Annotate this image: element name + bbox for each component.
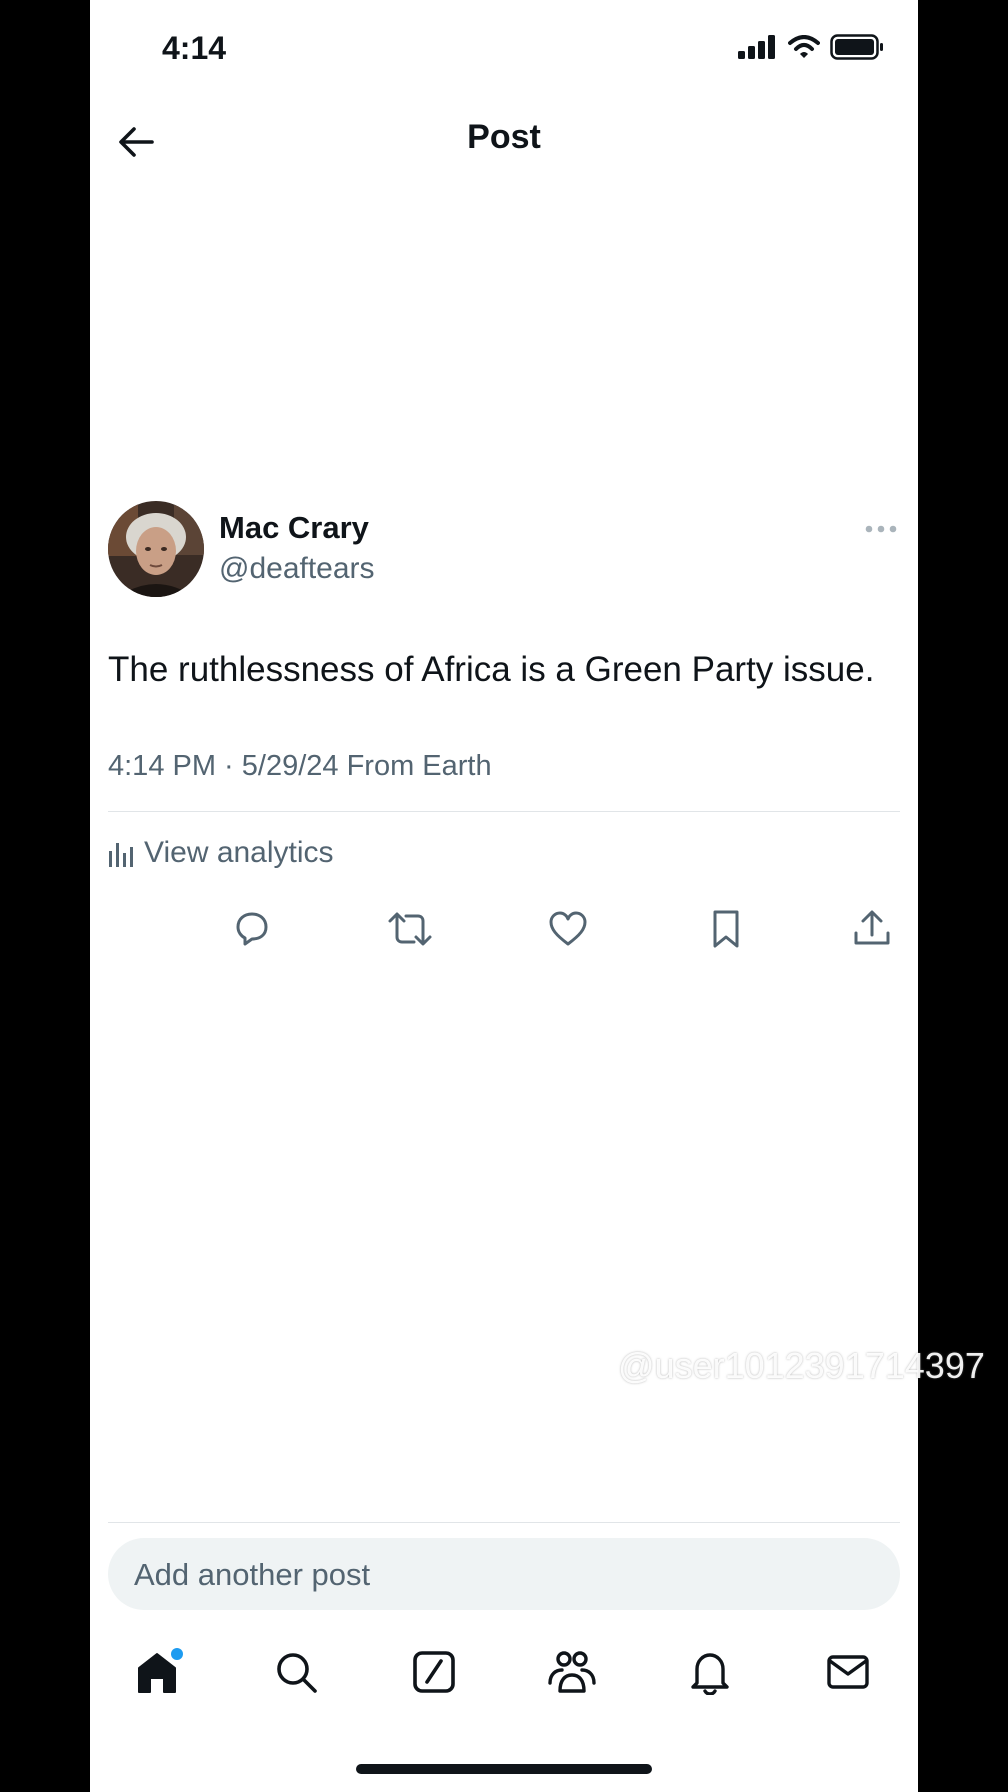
share-icon xyxy=(854,910,890,945)
repost-icon xyxy=(388,912,432,946)
analytics-icon xyxy=(109,843,133,867)
battery-icon xyxy=(830,34,883,60)
communities-icon xyxy=(548,1651,596,1693)
messages-icon xyxy=(827,1655,869,1689)
wifi-icon xyxy=(788,35,820,58)
cellular-icon xyxy=(738,35,775,59)
like-button[interactable] xyxy=(544,905,592,953)
analytics-label: View analytics xyxy=(144,836,334,869)
bottom-tab-bar xyxy=(90,1640,918,1710)
tiktok-icon xyxy=(546,1349,575,1381)
author-handle[interactable]: @deaftears xyxy=(219,552,375,586)
bookmark-icon xyxy=(713,910,739,948)
author-name[interactable]: Mac Crary xyxy=(219,510,369,546)
status-icons xyxy=(738,34,884,60)
tab-messages[interactable] xyxy=(820,1644,876,1700)
post-actions xyxy=(90,905,918,959)
bookmark-button[interactable] xyxy=(702,905,750,953)
more-icon xyxy=(865,525,897,533)
view-analytics-button[interactable]: View analytics xyxy=(108,836,334,870)
watermark-handle: @user1012391714397 xyxy=(618,1345,985,1386)
page-title: Post xyxy=(467,118,541,156)
tab-notifications[interactable] xyxy=(682,1644,738,1700)
more-button[interactable] xyxy=(864,522,898,536)
post-text: The ruthlessness of Africa is a Green Pa… xyxy=(108,650,875,689)
status-time: 4:14 xyxy=(162,30,227,66)
divider xyxy=(108,811,900,812)
reply-button[interactable] xyxy=(228,905,276,953)
app-screen: 4:14 Post Mac Crary @deaftears The ruthl… xyxy=(90,0,918,1792)
like-icon xyxy=(549,911,587,946)
reply-composer[interactable] xyxy=(108,1538,900,1612)
repost-button[interactable] xyxy=(386,905,434,953)
grok-icon xyxy=(413,1651,455,1693)
tab-search[interactable] xyxy=(268,1644,324,1700)
user-icon xyxy=(583,1350,611,1383)
avatar-image xyxy=(108,501,204,597)
post-timestamp: 4:14 PM · 5/29/24 From Earth xyxy=(108,750,492,782)
header: Post xyxy=(90,100,918,180)
add-post-input[interactable] xyxy=(132,1538,856,1612)
tab-home[interactable] xyxy=(131,1644,187,1700)
composer-divider xyxy=(108,1522,900,1523)
home-indicator xyxy=(356,1764,652,1774)
tab-communities[interactable] xyxy=(544,1644,600,1700)
notifications-icon xyxy=(691,1653,729,1695)
share-button[interactable] xyxy=(848,905,896,953)
tiktok-watermark: @user1012391714397 xyxy=(546,1345,985,1387)
avatar[interactable] xyxy=(108,501,204,597)
tab-grok[interactable] xyxy=(406,1644,462,1700)
reply-icon xyxy=(236,912,268,946)
search-icon xyxy=(277,1653,317,1693)
home-icon xyxy=(138,1648,183,1693)
